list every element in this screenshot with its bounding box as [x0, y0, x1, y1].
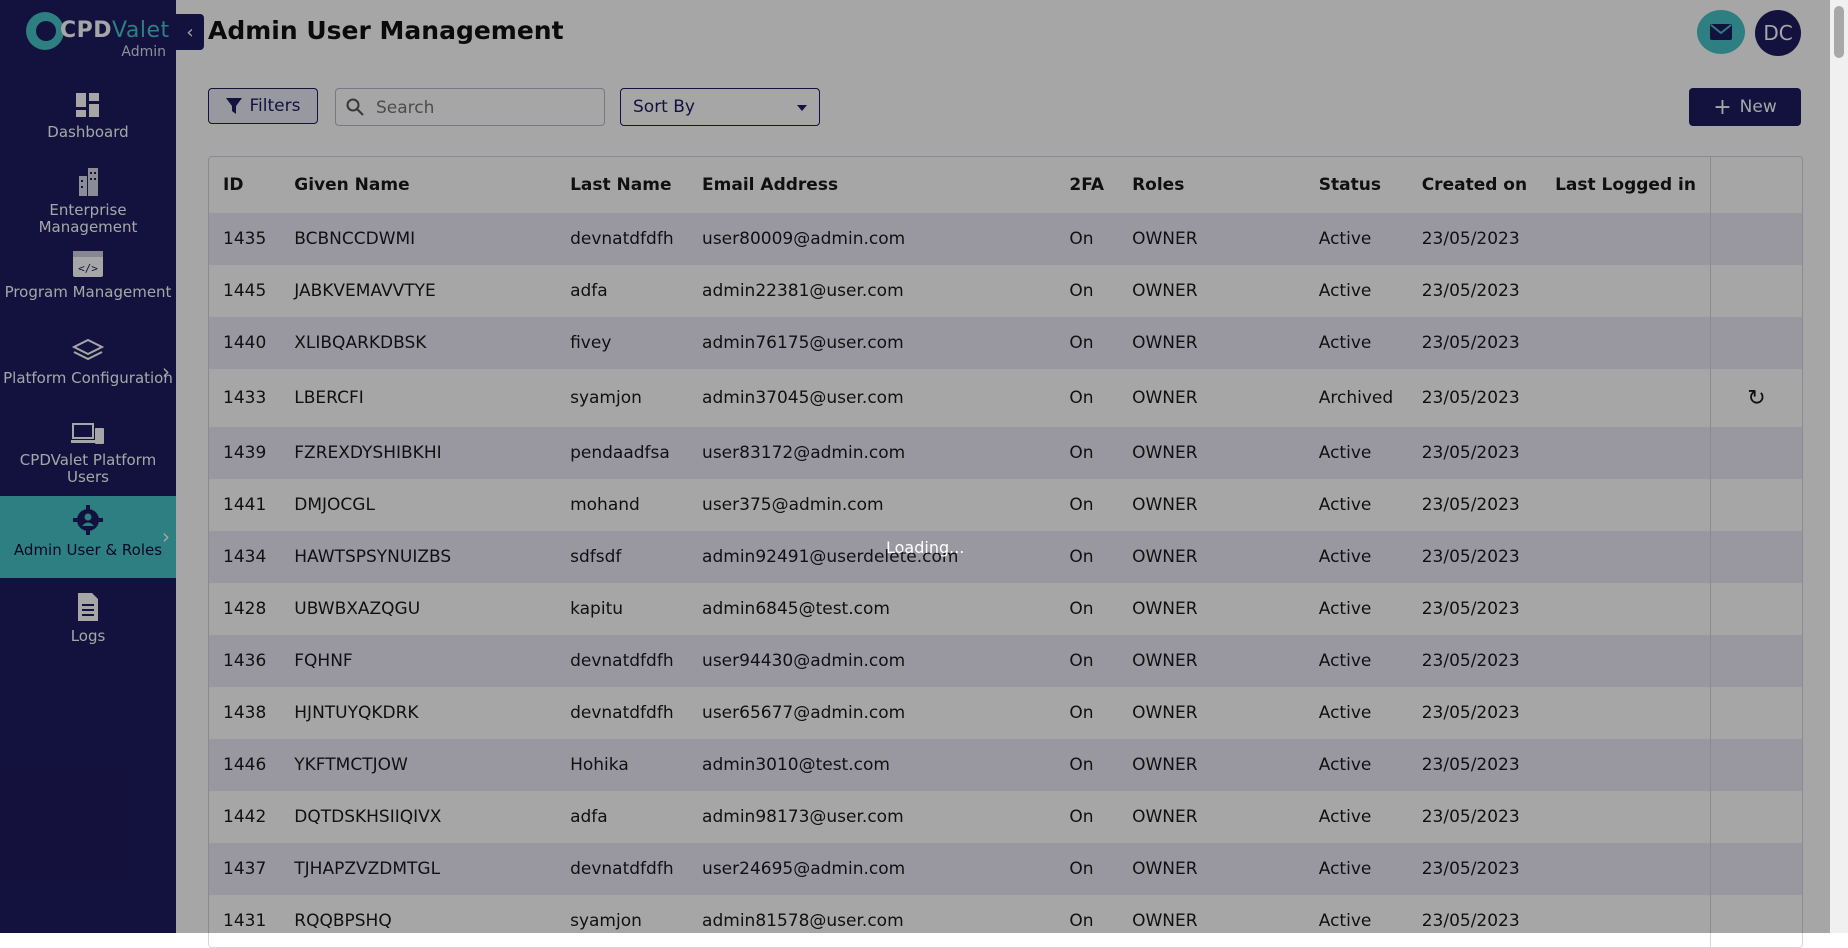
loading-overlay: Loading...: [0, 0, 1848, 933]
page-scrollbar[interactable]: [1830, 0, 1848, 933]
scrollbar-thumb[interactable]: [1834, 6, 1844, 58]
loading-text: Loading...: [886, 538, 965, 557]
